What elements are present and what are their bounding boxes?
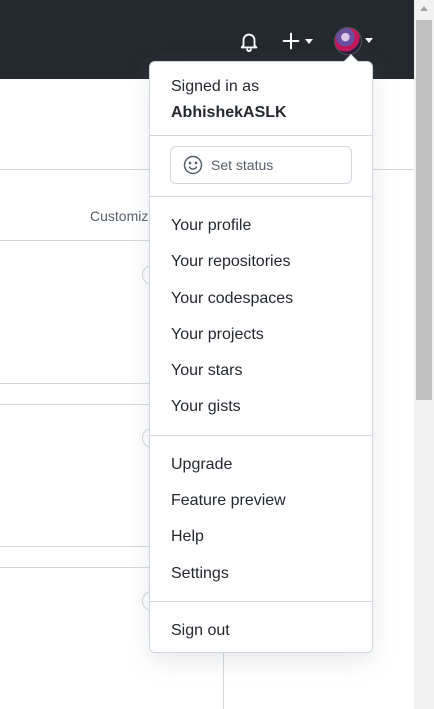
divider bbox=[150, 601, 372, 602]
create-new-button[interactable] bbox=[280, 30, 316, 52]
divider bbox=[0, 567, 150, 568]
divider bbox=[0, 546, 150, 547]
menu-item-your-codespaces[interactable]: Your codespaces bbox=[171, 290, 293, 308]
divider bbox=[150, 135, 372, 136]
dropdown-caret bbox=[343, 54, 359, 62]
menu-item-your-repositories[interactable]: Your repositories bbox=[171, 253, 290, 271]
menu-item-help[interactable]: Help bbox=[171, 528, 204, 546]
user-dropdown-menu: Signed in as AbhishekASLK Set status You… bbox=[149, 54, 373, 653]
avatar bbox=[334, 27, 362, 55]
plus-icon bbox=[282, 32, 300, 50]
menu-item-upgrade[interactable]: Upgrade bbox=[171, 456, 232, 474]
menu-item-your-stars[interactable]: Your stars bbox=[171, 362, 242, 380]
scrollbar[interactable] bbox=[414, 0, 434, 709]
menu-item-settings[interactable]: Settings bbox=[171, 565, 229, 583]
divider bbox=[0, 383, 150, 384]
menu-item-your-projects[interactable]: Your projects bbox=[171, 326, 264, 344]
divider bbox=[223, 653, 224, 709]
divider bbox=[150, 435, 372, 436]
menu-item-your-gists[interactable]: Your gists bbox=[171, 398, 241, 416]
menu-item-feature-preview[interactable]: Feature preview bbox=[171, 492, 286, 510]
scroll-up-icon[interactable] bbox=[420, 6, 428, 11]
user-menu-button[interactable] bbox=[334, 27, 376, 55]
menu-item-your-profile[interactable]: Your profile bbox=[171, 217, 251, 235]
divider bbox=[150, 196, 372, 197]
smiley-icon bbox=[183, 155, 203, 175]
scrollbar-thumb[interactable] bbox=[416, 20, 432, 400]
set-status-button[interactable]: Set status bbox=[170, 146, 352, 184]
chevron-down-icon bbox=[365, 38, 373, 43]
bell-icon[interactable] bbox=[238, 30, 260, 52]
customize-link[interactable]: Customiz bbox=[90, 208, 148, 224]
set-status-label: Set status bbox=[211, 157, 274, 173]
divider bbox=[0, 240, 150, 241]
divider bbox=[0, 404, 150, 405]
menu-item-sign-out[interactable]: Sign out bbox=[171, 622, 230, 640]
username: AbhishekASLK bbox=[171, 104, 287, 121]
signed-in-label: Signed in as bbox=[171, 78, 260, 95]
chevron-down-icon bbox=[305, 39, 313, 44]
